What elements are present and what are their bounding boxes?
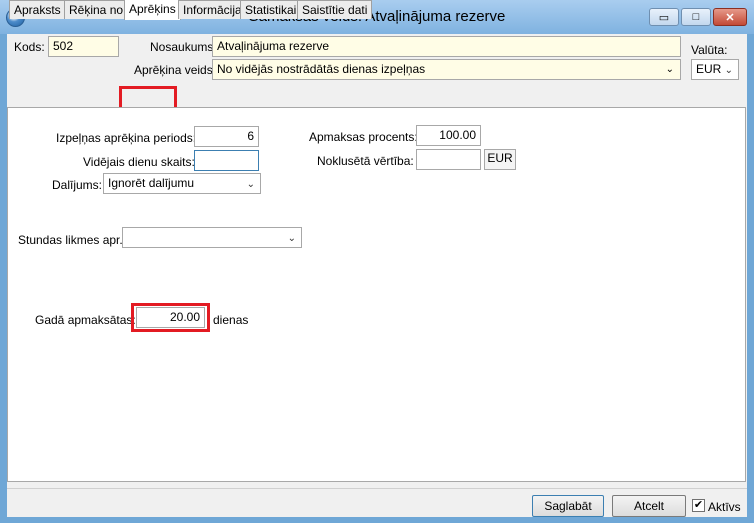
izpelnas-periods-input[interactable]: 6 [194,126,259,147]
close-button[interactable]: ✕ [713,8,747,26]
gada-apmaksatas-highlight-box [131,303,210,332]
close-icon: ✕ [725,11,735,24]
chevron-down-icon: ⌄ [287,233,296,244]
tab-apraksts[interactable]: Apraksts [9,0,66,19]
tab-informacija[interactable]: Informācija [178,0,247,19]
valuta-select[interactable]: EUR ⌄ [691,59,739,80]
tab-statistikai[interactable]: Statistikai [240,0,302,19]
maximize-button[interactable]: □ [681,8,711,26]
stundas-likmes-label: Stundas likmes apr.: [18,233,127,247]
apmaksas-procents-label: Apmaksas procents: [309,130,418,144]
cancel-button[interactable]: Atcelt [612,495,686,517]
valuta-label: Valūta: [691,43,728,57]
tab-aprekins[interactable]: Aprēķins [124,0,181,20]
daljums-label: Dalījums: [52,178,103,192]
aprekina-veids-value: No vidējās nostrādātās dienas izpeļņas [217,62,426,76]
stundas-likmes-select[interactable]: ⌄ [122,227,302,248]
daljums-value: Ignorēt dalījumu [108,176,195,190]
active-checkbox[interactable]: ✔ [692,499,705,512]
tab-saistitie-dati[interactable]: Saistītie dati [297,0,373,19]
nokluseta-vertiba-currency[interactable]: EUR [484,149,516,170]
kods-field[interactable]: 502 [48,36,119,57]
chevron-down-icon: ⌄ [724,65,733,76]
nosaukums-field[interactable]: Atvaļinājuma rezerve [212,36,681,57]
active-label: Aktīvs [708,500,741,514]
checkmark-icon: ✔ [693,499,704,511]
maximize-icon: □ [692,11,700,23]
chevron-down-icon: ⌄ [665,64,674,75]
aprekina-veids-select[interactable]: No vidējās nostrādātās dienas izpeļņas ⌄ [212,59,681,80]
daljums-select[interactable]: Ignorēt dalījumu ⌄ [103,173,261,194]
nosaukums-label: Nosaukums: [150,40,217,54]
videjais-dienu-skaits-label: Vidējais dienu skaits: [83,155,195,169]
kods-label: Kods: [14,40,45,54]
nokluseta-vertiba-input[interactable] [416,149,481,170]
footer-divider [7,488,747,489]
gada-apmaksatas-label: Gadā apmaksātas: [35,313,136,327]
minimize-icon: ▭ [658,11,670,24]
tab-rekina-no[interactable]: Rēķina no [64,0,129,19]
videjais-dienu-skaits-input[interactable] [194,150,259,171]
valuta-value: EUR [696,62,722,76]
apmaksas-procents-input[interactable]: 100.00 [416,125,481,146]
nokluseta-vertiba-label: Noklusētā vērtība: [317,154,414,168]
minimize-button[interactable]: ▭ [649,8,679,26]
chevron-down-icon: ⌄ [246,179,255,190]
izpelnas-periods-label: Izpeļņas aprēķina periods: [56,131,197,145]
save-button[interactable]: Saglabāt [532,495,604,517]
aprekina-veids-label: Aprēķina veids: [134,63,217,77]
gada-apmaksatas-unit: dienas [213,313,249,327]
